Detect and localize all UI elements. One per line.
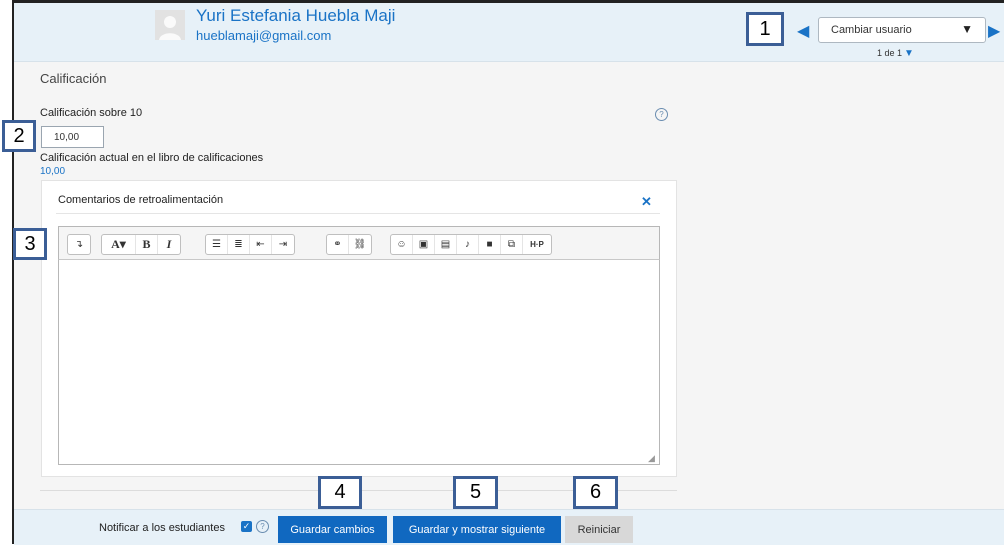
indent-icon[interactable]: ⇥ [272, 235, 294, 254]
record-audio-icon[interactable]: ♪ [457, 235, 479, 254]
manage-files-icon[interactable]: ⧉ [501, 235, 523, 254]
bold-icon[interactable]: B [136, 235, 158, 254]
left-frame-border [0, 0, 14, 544]
editor-toolbar: ↴ A▾ B I ☰ ≣ ⇤ ⇥ ⚭ ⛓ ☺ ▣ ▤ ♪ ■ ⧉ H·P [58, 226, 660, 260]
italic-icon[interactable]: I [158, 235, 180, 254]
toolbar-group-3: ☰ ≣ ⇤ ⇥ [205, 234, 295, 255]
media-icon[interactable]: ▤ [435, 235, 457, 254]
current-grade-value[interactable]: 10,00 [40, 166, 65, 177]
pager-text: 1 de 1 [877, 48, 903, 58]
chevron-down-icon: ▼ [961, 22, 973, 36]
notify-students-checkbox[interactable]: ✓ [241, 521, 252, 532]
toolbar-group-2: A▾ B I [101, 234, 181, 255]
help-icon[interactable]: ? [655, 108, 668, 121]
h5p-icon[interactable]: H·P [523, 235, 551, 254]
fullscreen-icon[interactable]: ✕ [641, 194, 652, 210]
filter-icon[interactable]: ▼ [904, 48, 914, 59]
emoji-icon[interactable]: ☺ [391, 235, 413, 254]
toolbar-group-1: ↴ [67, 234, 91, 255]
unlink-icon[interactable]: ⛓ [349, 235, 371, 254]
link-icon[interactable]: ⚭ [327, 235, 349, 254]
callout-1: 1 [746, 12, 784, 46]
user-name[interactable]: Yuri Estefania Huebla Maji [196, 6, 395, 26]
toolbar-group-5: ☺ ▣ ▤ ♪ ■ ⧉ H·P [390, 234, 552, 255]
avatar [155, 10, 185, 40]
grade-label: Calificación sobre 10 [40, 107, 143, 119]
user-email[interactable]: hueblamaji@gmail.com [196, 28, 331, 43]
callout-3: 3 [13, 228, 47, 260]
change-user-label: Cambiar usuario [831, 24, 912, 36]
record-video-icon[interactable]: ■ [479, 235, 501, 254]
change-user-select[interactable]: Cambiar usuario ▼ [818, 17, 986, 43]
callout-4: 4 [318, 476, 362, 509]
divider [56, 213, 660, 214]
previous-user-icon[interactable]: ◀ [797, 24, 809, 40]
callout-6: 6 [573, 476, 618, 509]
image-icon[interactable]: ▣ [413, 235, 435, 254]
toolbar-group-4: ⚭ ⛓ [326, 234, 372, 255]
callout-5: 5 [453, 476, 498, 509]
user-icon [155, 10, 185, 40]
ordered-list-icon[interactable]: ≣ [228, 235, 250, 254]
section-title: Calificación [40, 71, 107, 86]
current-grade-label: Calificación actual en el libro de calif… [40, 152, 264, 164]
font-color-icon[interactable]: A▾ [102, 235, 136, 254]
help-icon[interactable]: ? [256, 520, 269, 533]
save-and-next-button[interactable]: Guardar y mostrar siguiente [393, 516, 561, 543]
unordered-list-icon[interactable]: ☰ [206, 235, 228, 254]
save-button[interactable]: Guardar cambios [278, 516, 387, 543]
expand-toolbar-icon[interactable]: ↴ [68, 235, 90, 254]
resize-handle-icon[interactable]: ◢ [648, 453, 655, 464]
user-pager: 1 de 1 ▼ [877, 48, 914, 59]
outdent-icon[interactable]: ⇤ [250, 235, 272, 254]
notify-students-label: Notificar a los estudiantes [99, 522, 225, 534]
feedback-editor[interactable] [58, 226, 660, 465]
reset-button[interactable]: Reiniciar [565, 516, 633, 543]
grade-input[interactable]: 10,00 [41, 126, 104, 148]
feedback-title: Comentarios de retroalimentación [58, 194, 224, 206]
next-user-icon[interactable]: ▶ [988, 24, 1000, 40]
callout-2: 2 [2, 120, 36, 152]
